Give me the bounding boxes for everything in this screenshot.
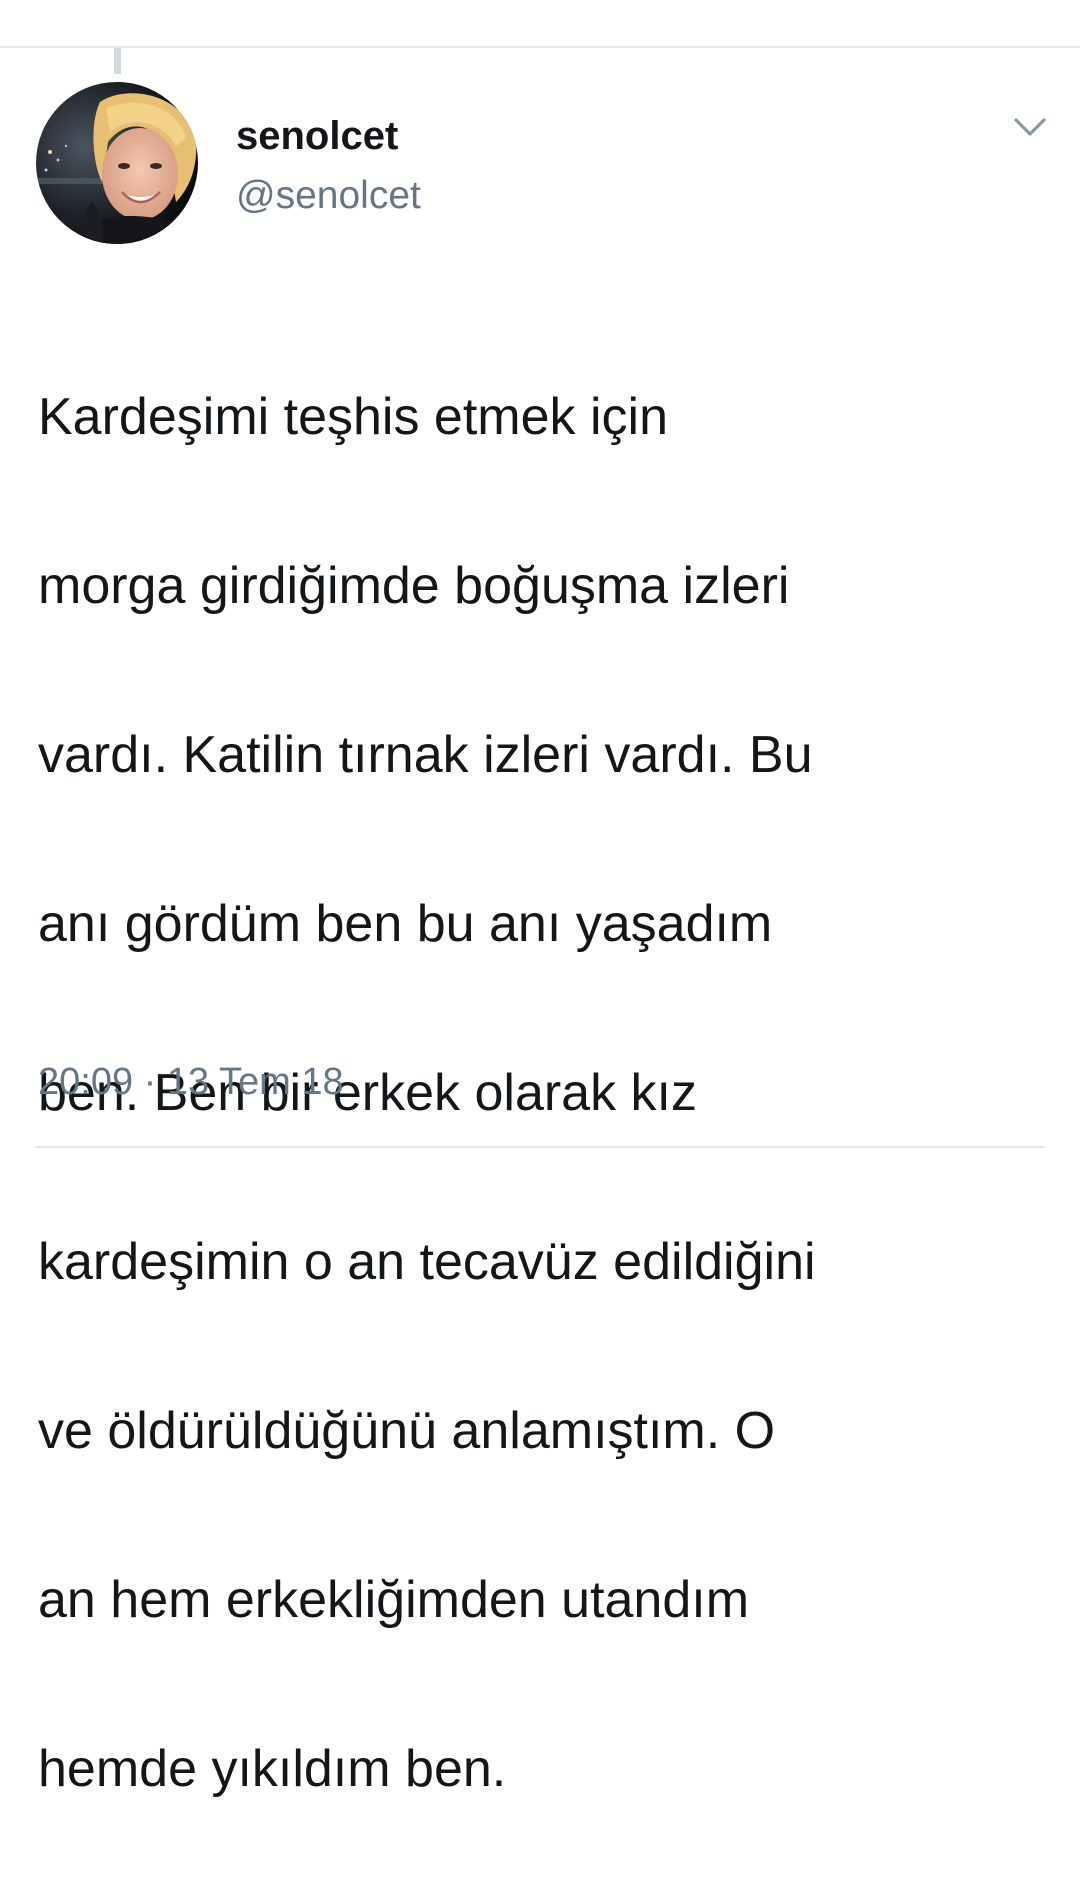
- chevron-down-icon[interactable]: [1012, 110, 1048, 146]
- avatar-image: [36, 82, 198, 244]
- tweet-text-line: kardeşimin o an tecavüz edildiğini: [38, 1232, 816, 1291]
- tweet-timestamp[interactable]: 20:09 · 13 Tem 18: [38, 1058, 344, 1106]
- avatar[interactable]: [36, 82, 198, 244]
- tweet-text-line: morga girdiğimde boğuşma izleri: [38, 556, 790, 615]
- tweet-text-line: vardı. Katilin tırnak izleri vardı. Bu: [38, 725, 813, 784]
- tweet-text-line: ve öldürüldüğünü anlamıştım. O: [38, 1401, 776, 1460]
- tweet-text-line: anı gördüm ben bu anı yaşadım: [38, 894, 773, 953]
- top-divider: [0, 46, 1080, 48]
- tweet-text-line: an hem erkekliğimden utandım: [38, 1570, 750, 1629]
- tweet-text-line: hemde yıkıldım ben.: [38, 1739, 507, 1798]
- user-handle[interactable]: @senolcet: [236, 172, 421, 220]
- display-name[interactable]: senolcet: [236, 112, 398, 160]
- bottom-divider: [36, 1146, 1044, 1148]
- thread-connector-line: [114, 48, 121, 74]
- tweet-text-line: Kardeşimi teşhis etmek için: [38, 387, 668, 446]
